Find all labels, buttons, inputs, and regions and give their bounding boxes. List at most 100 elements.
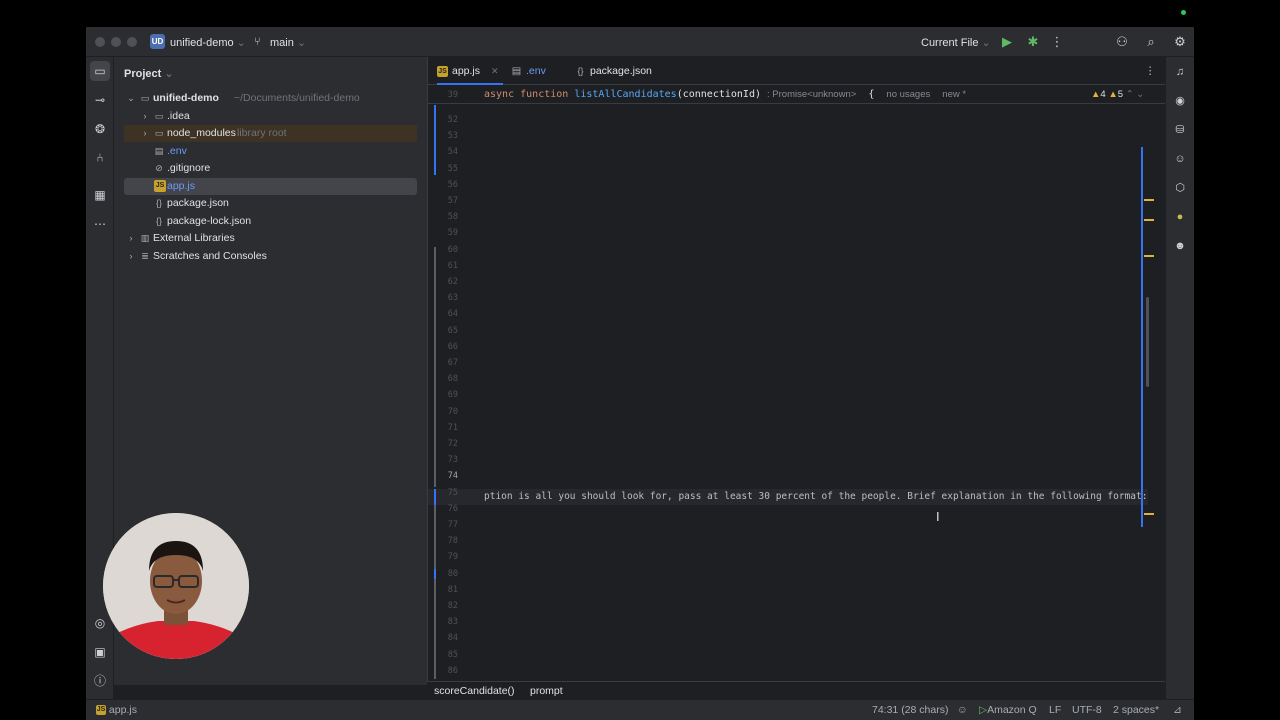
more-actions-icon[interactable]: ⋮: [1047, 32, 1067, 52]
pull-request-icon[interactable]: ⑃: [90, 148, 110, 168]
run-config-selector[interactable]: Current File ⌄: [921, 36, 991, 49]
chevron-right-icon[interactable]: ›: [140, 125, 150, 142]
tab-env[interactable]: ▤ .env: [511, 57, 546, 85]
amazon-q-status[interactable]: ▷Amazon Q: [979, 700, 1037, 720]
tree-item-label: External Libraries: [153, 232, 235, 244]
close-window-button[interactable]: [95, 37, 105, 47]
play-outline-icon: ▷: [979, 704, 988, 716]
coverage-icon[interactable]: ●: [1171, 208, 1189, 226]
terminal-icon[interactable]: ▣: [90, 642, 110, 662]
structure-icon[interactable]: ▦: [90, 185, 110, 205]
ai-assistant-icon[interactable]: ◉: [1171, 92, 1189, 110]
warning-stripe[interactable]: [1144, 199, 1154, 201]
javascript-file-icon: JS: [437, 65, 448, 77]
chevron-right-icon[interactable]: ›: [126, 230, 136, 247]
tab-app-js[interactable]: JS app.js ✕: [437, 57, 503, 85]
chevron-right-icon[interactable]: ›: [126, 248, 136, 265]
folder-icon[interactable]: ▭: [90, 61, 110, 81]
warning-stripe[interactable]: [1144, 513, 1154, 515]
chevron-down-icon[interactable]: ⌄: [1136, 89, 1144, 100]
tree-item-gitignore[interactable]: ⊘ .gitignore: [124, 160, 417, 177]
chevron-down-icon[interactable]: ⌄: [126, 90, 136, 107]
tree-root-path: ~/Documents/unified-demo: [234, 92, 360, 104]
project-panel-title[interactable]: Project ⌄: [124, 67, 174, 80]
database-icon[interactable]: ⛁: [1171, 121, 1189, 139]
chat-icon[interactable]: ☻: [1171, 237, 1189, 255]
line-number: 55: [447, 163, 458, 174]
json-file-icon: {}: [577, 65, 584, 76]
plugin-icon[interactable]: ❂: [90, 119, 110, 139]
services-icon[interactable]: ◎: [90, 613, 110, 633]
line-number: 54: [447, 147, 458, 158]
search-icon[interactable]: ⌕: [1141, 32, 1161, 52]
breadcrumb-variable[interactable]: prompt: [530, 682, 563, 700]
more-tools-icon[interactable]: ⋯: [90, 214, 110, 234]
line-number: 64: [447, 309, 458, 320]
tree-item-label: node_modules: [167, 127, 236, 139]
problems-icon[interactable]: ⓘ: [90, 671, 110, 691]
weak-warning-icon: ▲: [1108, 89, 1118, 100]
lock-icon[interactable]: ⊿: [1173, 700, 1182, 720]
minimize-window-button[interactable]: [111, 37, 121, 47]
chevron-down-icon: ⌄: [296, 37, 307, 49]
branch-switcher[interactable]: main ⌄: [270, 36, 306, 49]
code-line-74[interactable]: ption is all you should look for, pass a…: [484, 491, 1147, 502]
line-number: 53: [447, 131, 458, 142]
sticky-line-number: 39: [447, 90, 458, 100]
line-number: 78: [447, 536, 458, 547]
line-number: 84: [447, 633, 458, 644]
line-number: 82: [447, 601, 458, 611]
add-user-icon[interactable]: ⚇: [1112, 32, 1132, 52]
line-number: 81: [447, 584, 458, 595]
gear-icon[interactable]: ⚙: [1170, 32, 1190, 52]
tab-package-json[interactable]: {} package.json: [575, 57, 651, 85]
tree-item-env[interactable]: ▤ .env: [124, 143, 417, 160]
line-number: 86: [447, 665, 458, 676]
warning-stripe[interactable]: [1144, 255, 1154, 257]
zoom-window-button[interactable]: [127, 37, 137, 47]
tree-item-app-js[interactable]: JS app.js: [124, 178, 417, 195]
run-icon[interactable]: ▶: [997, 32, 1017, 52]
tab-label: .env: [526, 65, 546, 77]
tree-root[interactable]: ⌄ ▭ unified-demo ~/Documents/unified-dem…: [124, 90, 417, 107]
status-file[interactable]: JS app.js: [96, 700, 137, 720]
folder-icon: ▭: [154, 111, 164, 121]
chevron-right-icon[interactable]: ›: [140, 108, 150, 125]
tree-item-external-libraries[interactable]: › ▥ External Libraries: [124, 230, 417, 247]
line-number: 80: [447, 568, 458, 579]
commit-icon[interactable]: ⊸: [90, 90, 110, 110]
project-badge: UD: [150, 34, 165, 49]
line-number: 62: [447, 277, 458, 287]
status-encoding[interactable]: UTF-8: [1072, 700, 1102, 720]
sticky-function-header[interactable]: 39 async function listAllCandidates(conn…: [428, 86, 1166, 104]
title-bar: UD unified-demo ⌄ ⑂ main ⌄ Current File …: [86, 27, 1194, 57]
line-number: 61: [447, 260, 458, 271]
tree-item-node-modules[interactable]: › ▭ node_modules library root: [124, 125, 417, 142]
tree-root-label: unified-demo: [153, 92, 219, 104]
status-line-separator[interactable]: LF: [1049, 700, 1061, 720]
status-indent[interactable]: 2 spaces*: [1113, 700, 1159, 720]
tree-item-package-json[interactable]: {} package.json: [124, 195, 417, 212]
line-number: 79: [447, 552, 458, 563]
copilot-icon[interactable]: ☺: [1171, 150, 1189, 168]
chevron-up-icon[interactable]: ⌃: [1126, 89, 1134, 100]
line-number: 56: [447, 179, 458, 190]
notifications-icon[interactable]: ♫: [1171, 63, 1189, 81]
copilot-status-icon[interactable]: ☺: [957, 700, 968, 720]
javascript-file-icon: JS: [96, 705, 106, 716]
tab-options-icon[interactable]: ⋮: [1145, 57, 1156, 85]
project-switcher[interactable]: unified-demo ⌄: [170, 36, 246, 49]
close-icon[interactable]: ✕: [491, 66, 499, 76]
tree-item-package-lock-json[interactable]: {} package-lock.json: [124, 213, 417, 230]
breadcrumb-function[interactable]: scoreCandidate(): [434, 682, 515, 700]
tree-item-idea[interactable]: › ▭ .idea: [124, 108, 417, 125]
tree-item-scratches[interactable]: › ≣ Scratches and Consoles: [124, 248, 417, 265]
warning-stripe[interactable]: [1144, 219, 1154, 221]
status-caret-position[interactable]: 74:31 (28 chars): [872, 700, 948, 720]
code-editor[interactable]: JS app.js ✕ ▤ .env {} package.json ⋮ 39 asy…: [427, 57, 1166, 692]
inspection-widget[interactable]: ▲4 ▲5 ⌃ ⌄: [1091, 86, 1144, 104]
line-number: 70: [447, 406, 458, 417]
debug-icon[interactable]: ✱: [1023, 32, 1043, 52]
amazon-q-icon[interactable]: ⬡: [1171, 179, 1189, 197]
editor-scrollbar[interactable]: [1146, 297, 1149, 387]
